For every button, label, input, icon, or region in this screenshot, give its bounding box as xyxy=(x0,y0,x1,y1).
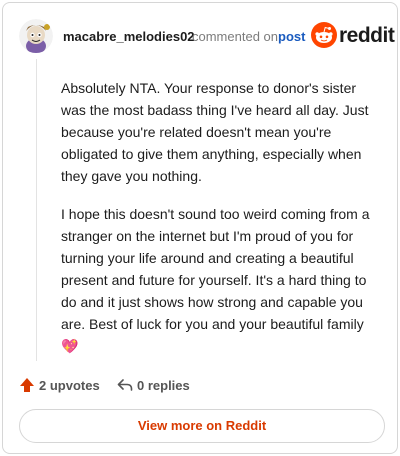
reply-count: 0 replies xyxy=(137,378,190,393)
comment-paragraph-2: I hope this doesn't sound too weird comi… xyxy=(61,203,383,357)
avatar[interactable] xyxy=(19,19,53,53)
comment-paragraph-2-text: I hope this doesn't sound too weird comi… xyxy=(61,206,370,332)
author-name[interactable]: macabre_melodies02 xyxy=(63,29,195,44)
reply-arrow-icon[interactable] xyxy=(117,377,133,393)
commented-on-label: commented on xyxy=(192,29,278,44)
upvote-count: 2 upvotes xyxy=(39,378,100,393)
thread-line xyxy=(36,59,37,361)
reddit-wordmark: reddit xyxy=(339,24,395,47)
reddit-logo[interactable]: reddit xyxy=(311,21,395,51)
sparkling-heart-emoji: 💖 xyxy=(61,338,79,354)
post-link[interactable]: post xyxy=(278,29,305,44)
comment-embed-card: macabre_melodies02 commented on post red… xyxy=(2,2,398,454)
comment-paragraph-1: Absolutely NTA. Your response to donor's… xyxy=(61,80,369,184)
comment-header: macabre_melodies02 commented on post red… xyxy=(19,19,395,53)
comment-body: Absolutely NTA. Your response to donor's… xyxy=(61,77,383,373)
comment-actions: 2 upvotes 0 replies xyxy=(19,375,381,395)
snoo-avatar-icon xyxy=(19,19,53,53)
reddit-logo-icon xyxy=(311,22,337,48)
view-more-on-reddit-button[interactable]: View more on Reddit xyxy=(19,409,385,443)
upvote-arrow-icon[interactable] xyxy=(19,377,35,393)
